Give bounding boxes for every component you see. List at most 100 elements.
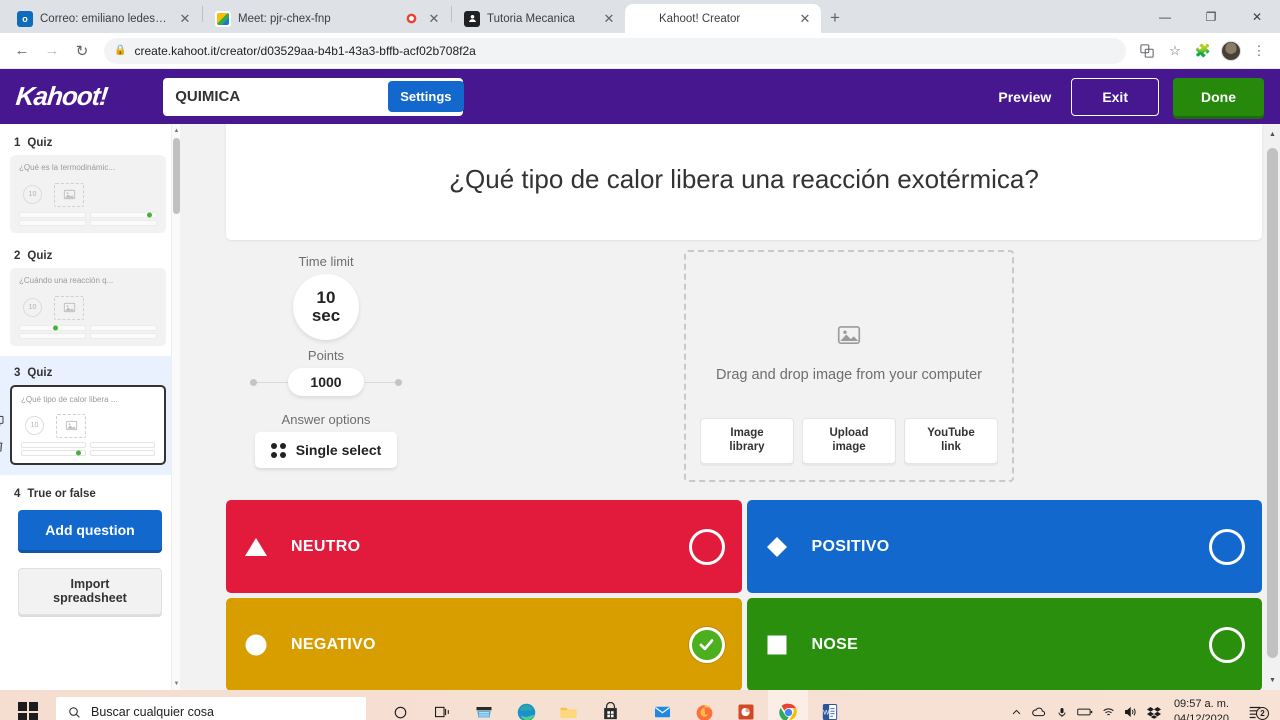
- battery-icon[interactable]: [1077, 707, 1093, 717]
- sidebar-question-2[interactable]: 2 Quiz ¿Cuándo una reacción q... 10: [0, 245, 180, 346]
- taskbar-clock[interactable]: 09:57 a. m. 04/12/2020: [1170, 697, 1233, 720]
- browser-tab-kahoot-creator[interactable]: K! Kahoot! Creator ✕: [625, 4, 821, 33]
- action-center-icon[interactable]: 2: [1242, 705, 1269, 720]
- youtube-link-button[interactable]: YouTube link: [904, 418, 998, 464]
- dropbox-icon[interactable]: [1146, 706, 1161, 719]
- taskbar-search-input[interactable]: Buscar cualquier cosa: [56, 697, 366, 720]
- answer-text-3[interactable]: NEGATIVO: [291, 636, 689, 654]
- mail-icon[interactable]: [642, 690, 682, 720]
- question-thumbnail[interactable]: ¿Qué es la termodinámic... 10: [10, 155, 166, 233]
- extensions-puzzle-icon[interactable]: 🧩: [1190, 38, 1216, 64]
- cortana-circle-icon[interactable]: [380, 690, 420, 720]
- preview-button[interactable]: Preview: [992, 79, 1057, 115]
- address-bar[interactable]: 🔒 create.kahoot.it/creator/d03529aa-b4b1…: [104, 37, 1126, 64]
- word-icon[interactable]: W: [810, 690, 850, 720]
- bookmark-star-icon[interactable]: ☆: [1162, 38, 1188, 64]
- onedrive-icon[interactable]: [1031, 706, 1047, 718]
- translate-icon[interactable]: [1134, 38, 1160, 64]
- answer-text-4[interactable]: NOSE: [812, 636, 1210, 654]
- main-scrollbar-thumb[interactable]: [1267, 148, 1278, 658]
- browser-tab-recording[interactable]: ✕: [372, 4, 450, 33]
- browser-tab-tutoria[interactable]: Tutoria Mecanica ✕: [453, 4, 625, 33]
- sidebar-question-1[interactable]: 1 Quiz ¿Qué es la termodinámic... 10: [0, 132, 180, 233]
- volume-icon[interactable]: [1124, 706, 1138, 718]
- scroll-up-arrow-icon[interactable]: ▲: [1265, 126, 1280, 142]
- minimize-button[interactable]: —: [1142, 0, 1188, 33]
- close-icon[interactable]: ✕: [601, 11, 617, 27]
- close-icon[interactable]: ✕: [426, 11, 442, 27]
- answer-text-2[interactable]: POSITIVO: [812, 538, 1210, 556]
- points-slider[interactable]: 1000: [250, 368, 402, 396]
- answer-tile-4[interactable]: NOSE: [746, 598, 1262, 690]
- close-window-button[interactable]: ✕: [1234, 0, 1280, 33]
- thumbnail-image-placeholder-icon: [56, 413, 86, 438]
- image-placeholder-icon: [836, 322, 862, 353]
- answer-tile-2[interactable]: POSITIVO: [746, 500, 1262, 593]
- kahoot-title-field[interactable]: Settings: [163, 77, 464, 116]
- slider-max-dot[interactable]: [394, 378, 402, 386]
- maximize-button[interactable]: ❐: [1188, 0, 1234, 33]
- sidebar-scrollbar-thumb[interactable]: [173, 138, 180, 214]
- firefox-icon[interactable]: [684, 690, 724, 720]
- scroll-down-arrow-icon[interactable]: ▼: [172, 677, 180, 690]
- scroll-down-arrow-icon[interactable]: ▼: [1265, 672, 1280, 688]
- question-title-card[interactable]: ¿Qué tipo de calor libera una reacción e…: [226, 124, 1262, 240]
- browser-tab-outlook[interactable]: o Correo: emiliano ledesma - Outlo ✕: [6, 4, 201, 33]
- close-icon[interactable]: ✕: [797, 11, 813, 27]
- thumbnail-timer: 10: [25, 416, 44, 436]
- file-explorer-icon[interactable]: [548, 690, 588, 720]
- google-chrome-icon[interactable]: [768, 690, 808, 720]
- sidebar-question-4[interactable]: 4 True or false: [0, 483, 180, 506]
- microsoft-store-icon[interactable]: [590, 690, 630, 720]
- back-button[interactable]: ←: [8, 37, 36, 65]
- triangle-icon: [243, 534, 269, 560]
- duplicate-icon[interactable]: [0, 414, 5, 427]
- task-view-icon[interactable]: [422, 690, 462, 720]
- image-dropzone[interactable]: Drag and drop image from your computer I…: [684, 250, 1014, 482]
- reload-button[interactable]: ↻: [68, 37, 96, 65]
- profile-avatar[interactable]: [1218, 38, 1244, 64]
- question-title-input[interactable]: ¿Qué tipo de calor libera una reacción e…: [425, 164, 1063, 195]
- microsoft-edge-icon[interactable]: [506, 690, 546, 720]
- answer-tile-3[interactable]: NEGATIVO: [226, 598, 742, 690]
- import-spreadsheet-button[interactable]: Import spreadsheet: [18, 568, 162, 615]
- answer-correct-toggle-4[interactable]: [1209, 626, 1245, 663]
- microphone-icon[interactable]: [1056, 706, 1068, 719]
- answer-text-1[interactable]: NEUTRO: [291, 538, 689, 556]
- kahoot-logo[interactable]: Kahoot!: [14, 81, 112, 112]
- sidebar-question-3[interactable]: 3 Quiz ¿Qué tipo de calor libera ... 10: [0, 356, 180, 475]
- answer-mode-selector[interactable]: Single select: [254, 432, 398, 468]
- upload-image-button[interactable]: Upload image: [802, 418, 896, 464]
- delete-icon[interactable]: [0, 440, 5, 453]
- question-thumbnail-selected[interactable]: ¿Qué tipo de calor libera ... 10: [10, 385, 166, 465]
- add-question-button[interactable]: Add question: [18, 510, 162, 550]
- amazon-icon[interactable]: [464, 690, 504, 720]
- powerpoint-icon[interactable]: [726, 690, 766, 720]
- start-button[interactable]: [6, 690, 50, 720]
- main-scrollbar[interactable]: ▲ ▼: [1265, 124, 1280, 690]
- question-thumbnail[interactable]: ¿Cuándo una reacción q... 10: [10, 268, 166, 346]
- slider-min-dot[interactable]: [250, 378, 258, 386]
- chrome-menu-icon[interactable]: ⋮: [1246, 38, 1272, 64]
- answer-correct-toggle-3[interactable]: [688, 626, 725, 663]
- show-hidden-icons[interactable]: [1011, 707, 1022, 718]
- slider-track-left: [257, 381, 289, 383]
- exit-button[interactable]: Exit: [1071, 77, 1159, 116]
- media-buttons: Image library Upload image YouTube link: [686, 418, 1012, 464]
- answer-correct-toggle-2[interactable]: [1209, 528, 1245, 565]
- new-tab-button[interactable]: +: [821, 4, 849, 32]
- wifi-icon[interactable]: [1102, 706, 1115, 718]
- forward-button[interactable]: →: [38, 37, 66, 65]
- answer-correct-toggle-1[interactable]: [688, 528, 725, 565]
- time-limit-control[interactable]: 10 sec: [293, 274, 359, 340]
- browser-tab-meet[interactable]: Meet: pjr-chex-fnp: [204, 4, 372, 33]
- points-value[interactable]: 1000: [288, 368, 364, 396]
- scroll-up-arrow-icon[interactable]: ▲: [172, 124, 180, 137]
- sidebar-scrollbar[interactable]: ▲ ▼: [171, 124, 180, 690]
- answer-tile-1[interactable]: NEUTRO: [226, 500, 742, 593]
- image-library-button[interactable]: Image library: [700, 418, 794, 464]
- settings-button[interactable]: Settings: [388, 81, 464, 112]
- close-icon[interactable]: ✕: [177, 11, 193, 27]
- kahoot-title-input[interactable]: [163, 88, 389, 105]
- done-button[interactable]: Done: [1173, 77, 1264, 116]
